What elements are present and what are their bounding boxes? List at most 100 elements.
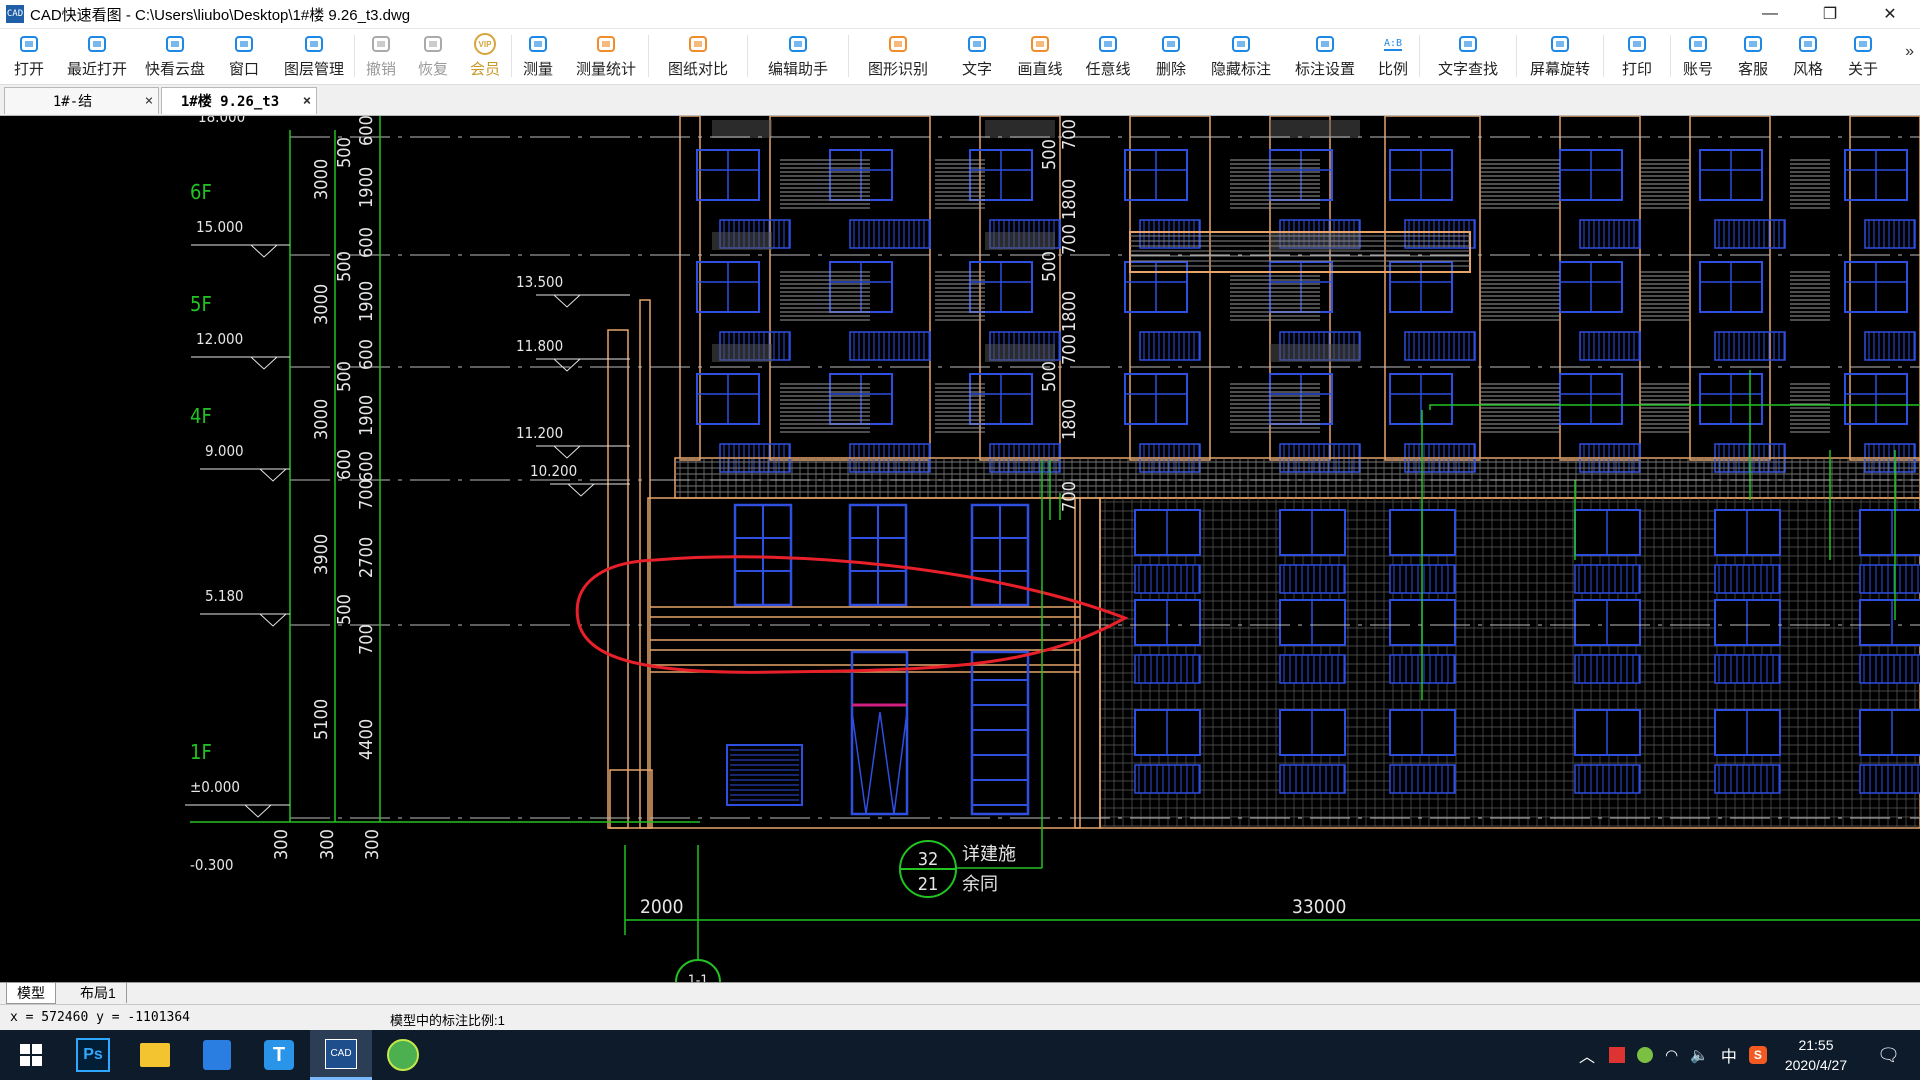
measure-stats-button[interactable]: 测量统计 [564,29,648,84]
eraser-button[interactable]: 删除 [1143,29,1199,84]
text-button[interactable]: 文字 [947,29,1007,84]
toolbar-label: 会员 [469,61,500,78]
dimension-text: 3900 [311,534,332,575]
floor-label: 5F [190,292,212,316]
toolbar-label: 编辑助手 [767,61,828,78]
axis-bubble-label: 1-1 [688,973,709,982]
toolbar-label: 文字 [961,61,992,78]
elevation-label: 9.000 [205,442,244,460]
freehand-button[interactable]: 任意线 [1073,29,1143,84]
tab-close-icon[interactable]: × [140,93,158,109]
elevation-marker [244,804,272,818]
typora-icon[interactable]: T [248,1030,310,1080]
elevation-marker [259,468,287,482]
compare-button[interactable]: 图纸对比 [649,29,747,84]
vip-icon: VIP [473,33,497,55]
volume-icon[interactable]: 🔈 [1690,1046,1709,1064]
toolbar-label: 打印 [1621,61,1652,78]
toolbar-label: 恢复 [417,61,448,78]
tray-app-icon[interactable] [1609,1047,1626,1063]
undo-button[interactable]: 撤销 [355,29,407,84]
elevation-label: -0.300 [190,856,234,874]
clock[interactable]: 21:55 2020/4/27 [1785,1035,1847,1075]
printer-icon [1625,33,1649,55]
toolbar-overflow-icon[interactable]: » [1905,43,1914,61]
elevation-marker [553,358,581,372]
tab-model[interactable]: 模型 [6,983,56,1004]
drawing-canvas[interactable]: 6F 5F 4F 1F 15.000 12.000 9.000 5.180 ±0.000 -0.3… [0,116,1920,982]
layers-button[interactable]: 图层管理 [274,29,354,84]
style-button[interactable]: 风格 [1781,29,1835,84]
podium-rail [1859,764,1920,794]
text-search-button[interactable]: 文字查找 [1420,29,1516,84]
printer-button[interactable]: 打印 [1604,29,1670,84]
recent-clock-icon [85,33,109,55]
headset-button[interactable]: 客服 [1725,29,1781,84]
stone-band [712,344,772,362]
close-button[interactable]: ✕ [1860,0,1920,28]
scale-button[interactable]: A:B 比例 [1367,29,1419,84]
wifi-icon[interactable]: ◠ [1665,1046,1678,1064]
browser-icon[interactable] [372,1030,434,1080]
tray-language[interactable]: 中 [1721,1043,1737,1067]
notifications-icon[interactable]: 🗨 [1877,1045,1900,1066]
toolbar-label: 最近打开 [66,61,127,78]
edit-assistant-button[interactable]: 编辑助手 [748,29,848,84]
tab-1-jie[interactable]: 1#-结 × [4,87,159,114]
ruler-button[interactable]: 测量 [512,29,564,84]
tab-close-icon[interactable]: × [298,93,316,109]
cloud-button[interactable]: 快看云盘 [136,29,214,84]
cursor-coordinates: x = 572460 y = -1101364 [10,1010,191,1025]
info-button[interactable]: 关于 [1835,29,1891,84]
toolbar-label: 测量 [522,61,553,78]
dimension-text: 1800 [1059,399,1080,440]
rotate-screen-button[interactable]: 屏幕旋转 [1517,29,1603,84]
window-icon [232,33,256,55]
windows-start-icon[interactable] [0,1030,62,1080]
tab-label: 1#楼 9.26_t3 [180,94,280,110]
redo-button[interactable]: 恢复 [407,29,459,84]
tab-1-lou[interactable]: 1#楼 9.26_t3 × [161,87,317,114]
window-button[interactable]: 窗口 [214,29,274,84]
callout-note-1: 详建施 [962,844,1016,865]
dimension-text: 700 [1059,119,1080,150]
line-button[interactable]: 画直线 [1007,29,1073,84]
hide-eye-icon [1229,33,1253,55]
tray-360-icon[interactable] [1637,1047,1654,1063]
dimension-text: 500 [334,361,355,392]
file-explorer-icon[interactable] [124,1030,186,1080]
vip-button[interactable]: VIP 会员 [459,29,511,84]
stone-band [712,120,772,138]
minimize-button[interactable]: — [1740,0,1800,28]
elevation-marker [553,445,581,459]
shape-recognize-button[interactable]: 图形识别 [849,29,947,84]
title-bar: CAD CAD快速看图 - C:\Users\liubo\Desktop\1#楼… [0,0,1920,29]
cad-fast-view-icon[interactable]: CAD [310,1030,372,1080]
annotation-settings-button[interactable]: 标注设置 [1283,29,1367,84]
toolbar-label: 测量统计 [575,61,636,78]
toolbar-label: 关于 [1847,61,1878,78]
dimension-text: 1800 [1059,291,1080,332]
restore-button[interactable]: ❐ [1800,0,1860,28]
toolbar-label: 标注设置 [1294,61,1355,78]
user-icon [1686,33,1710,55]
windows-taskbar: Ps T CAD ︿ ◠ 🔈 中 S 21:55 2020/4/27 🗨 [0,1030,1920,1080]
toolbar-label: 比例 [1377,61,1408,78]
hide-eye-button[interactable]: 隐藏标注 [1199,29,1283,84]
headset-icon [1741,33,1765,55]
tray-sogou-icon[interactable]: S [1748,1046,1767,1064]
ruler-icon [526,33,550,55]
recent-clock-button[interactable]: 最近打开 [58,29,136,84]
dimension-text: 500 [1039,361,1060,392]
user-button[interactable]: 账号 [1671,29,1725,84]
cad-reader-icon[interactable] [186,1030,248,1080]
tower-outline [1129,116,1211,461]
open-folder-icon [17,33,41,55]
open-folder-button[interactable]: 打开 [0,29,58,84]
tab-layout1[interactable]: 布局1 [70,983,127,1003]
photoshop-icon[interactable]: Ps [62,1030,124,1080]
tray-expand-icon[interactable]: ︿ [1579,1043,1595,1067]
dimension-text: 500 [1039,251,1060,282]
layers-icon [302,33,326,55]
dimension-text: 2000 [640,896,684,918]
